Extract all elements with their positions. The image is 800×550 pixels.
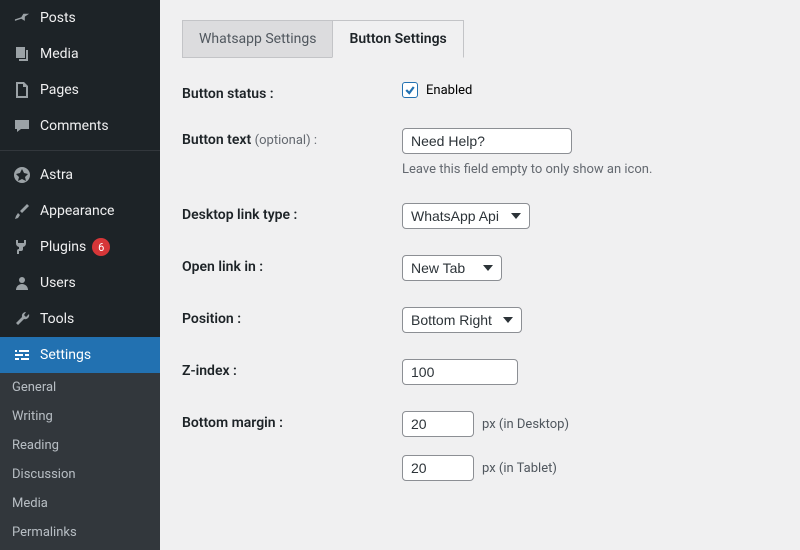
button-status-label: Button status : — [182, 82, 402, 102]
check-icon — [404, 84, 416, 96]
bottom-margin-label: Bottom margin : — [182, 411, 402, 431]
sidebar-item-label: Astra — [40, 167, 73, 183]
content-area: Whatsapp SettingsButton Settings Button … — [160, 0, 800, 550]
position-label: Position : — [182, 307, 402, 327]
submenu-item-general[interactable]: General — [0, 373, 160, 402]
tab-button-settings[interactable]: Button Settings — [332, 20, 463, 58]
sidebar-item-pages[interactable]: Pages — [0, 72, 160, 108]
submenu-item-media[interactable]: Media — [0, 489, 160, 518]
sidebar-item-label: Pages — [40, 82, 79, 98]
z-index-label: Z-index : — [182, 359, 402, 379]
sidebar-item-label: Posts — [40, 10, 76, 26]
sidebar-item-comments[interactable]: Comments — [0, 108, 160, 144]
plug-icon — [12, 237, 32, 257]
sidebar-item-tools[interactable]: Tools — [0, 301, 160, 337]
sidebar-item-settings[interactable]: Settings — [0, 337, 160, 373]
sidebar-item-label: Tools — [40, 311, 74, 327]
tab-whatsapp-settings[interactable]: Whatsapp Settings — [182, 20, 333, 58]
sidebar-item-astra[interactable]: Astra — [0, 157, 160, 193]
user-icon — [12, 273, 32, 293]
brush-icon — [12, 201, 32, 221]
button-status-checkbox-label: Enabled — [426, 83, 472, 98]
sidebar-item-appearance[interactable]: Appearance — [0, 193, 160, 229]
settings-submenu: GeneralWritingReadingDiscussionMediaPerm… — [0, 373, 160, 550]
button-text-input[interactable] — [402, 128, 572, 154]
position-select[interactable]: Bottom Right — [402, 307, 522, 333]
bottom-margin-tablet-suffix: px (in Tablet) — [482, 461, 557, 476]
pin-icon — [12, 8, 32, 28]
button-text-help: Leave this field empty to only show an i… — [402, 162, 778, 177]
open-link-in-select[interactable]: New Tab — [402, 255, 502, 281]
update-count-badge: 6 — [92, 238, 110, 256]
desktop-link-type-select[interactable]: WhatsApp Api — [402, 203, 530, 229]
sidebar-item-label: Media — [40, 46, 79, 62]
settings-tabs: Whatsapp SettingsButton Settings — [182, 20, 778, 58]
bottom-margin-desktop-input[interactable] — [402, 411, 474, 437]
sidebar-item-posts[interactable]: Posts — [0, 0, 160, 36]
submenu-item-writing[interactable]: Writing — [0, 402, 160, 431]
media-icon — [12, 44, 32, 64]
sidebar-item-label: Users — [40, 275, 76, 291]
astra-icon — [12, 165, 32, 185]
button-status-checkbox[interactable] — [402, 82, 418, 98]
submenu-item-permalinks[interactable]: Permalinks — [0, 518, 160, 547]
sliders-icon — [12, 345, 32, 365]
page-icon — [12, 80, 32, 100]
sidebar-item-media[interactable]: Media — [0, 36, 160, 72]
sidebar-item-label: Comments — [40, 118, 109, 134]
button-text-label: Button text (optional) : — [182, 128, 402, 148]
wrench-icon — [12, 309, 32, 329]
desktop-link-type-label: Desktop link type : — [182, 203, 402, 223]
sidebar-item-users[interactable]: Users — [0, 265, 160, 301]
z-index-input[interactable] — [402, 359, 518, 385]
sidebar-item-label: Appearance — [40, 203, 114, 219]
sidebar-item-label: Settings — [40, 347, 91, 363]
bottom-margin-desktop-suffix: px (in Desktop) — [482, 417, 569, 432]
bottom-margin-tablet-input[interactable] — [402, 455, 474, 481]
menu-separator — [0, 150, 160, 151]
submenu-item-discussion[interactable]: Discussion — [0, 460, 160, 489]
open-link-in-label: Open link in : — [182, 255, 402, 275]
sidebar-item-plugins[interactable]: Plugins 6 — [0, 229, 160, 265]
sidebar-item-label: Plugins — [40, 239, 86, 255]
comment-icon — [12, 116, 32, 136]
submenu-item-reading[interactable]: Reading — [0, 431, 160, 460]
admin-sidebar: Posts Media Pages Comments Astra Appearance P… — [0, 0, 160, 550]
